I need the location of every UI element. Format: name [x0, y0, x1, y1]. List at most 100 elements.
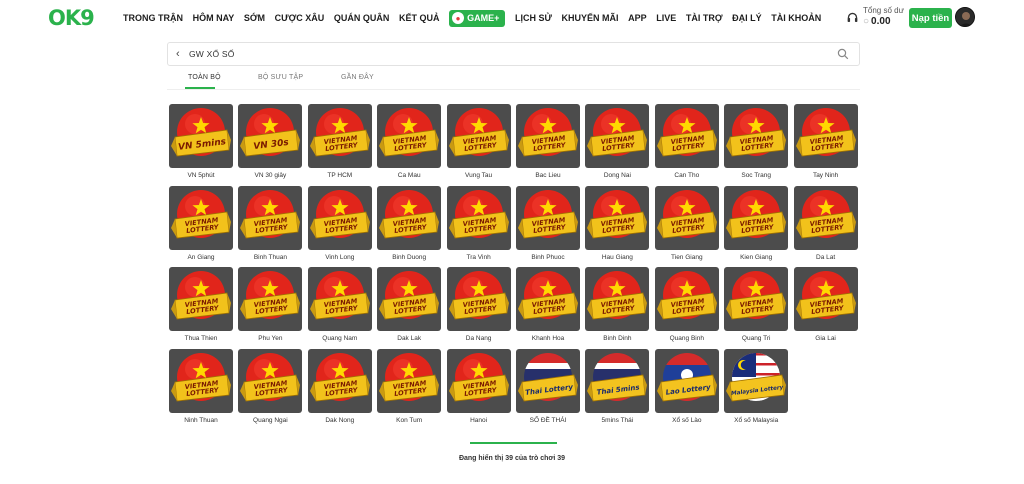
- game-thumbnail[interactable]: VN 5mins: [169, 104, 233, 168]
- game-thumbnail[interactable]: VIETNAMLOTTERY: [724, 104, 789, 168]
- game-card[interactable]: VIETNAMLOTTERY Vinh Long: [307, 185, 372, 261]
- nav-item-ket-qua[interactable]: KẾT QUẢ: [399, 8, 440, 28]
- game-card[interactable]: VIETNAMLOTTERY Da Lat: [793, 185, 858, 261]
- game-thumbnail[interactable]: Lao Lottery: [654, 349, 719, 414]
- game-thumbnail[interactable]: VIETNAMLOTTERY: [654, 185, 719, 250]
- game-card[interactable]: VIETNAMLOTTERY Vung Tau: [446, 104, 511, 179]
- game-thumbnail[interactable]: VIETNAMLOTTERY: [654, 104, 719, 168]
- nav-item-cuoc-xau[interactable]: CƯỢC XÂU: [275, 8, 325, 28]
- game-card[interactable]: VIETNAMLOTTERY Ca Mau: [377, 104, 442, 179]
- game-thumbnail[interactable]: VIETNAMLOTTERY: [516, 104, 580, 168]
- search-icon[interactable]: [837, 48, 849, 60]
- game-thumbnail[interactable]: VIETNAMLOTTERY: [307, 267, 372, 332]
- headset-icon[interactable]: [846, 11, 859, 24]
- game-card[interactable]: VIETNAMLOTTERY Hau Giang: [585, 185, 650, 261]
- game-thumbnail[interactable]: VIETNAMLOTTERY: [724, 267, 789, 332]
- game-card[interactable]: VN 30s VN 30 giây: [238, 104, 303, 179]
- game-thumbnail[interactable]: VIETNAMLOTTERY: [169, 185, 233, 250]
- nav-item-som[interactable]: SỚM: [244, 8, 265, 28]
- game-card[interactable]: VIETNAMLOTTERY Phu Yen: [238, 267, 303, 342]
- game-thumbnail[interactable]: VIETNAMLOTTERY: [446, 104, 511, 168]
- back-chevron-icon[interactable]: ‹: [176, 48, 180, 60]
- game-thumbnail[interactable]: Thai Lottery: [516, 349, 580, 414]
- game-thumbnail[interactable]: VIETNAMLOTTERY: [238, 267, 303, 332]
- game-thumbnail[interactable]: VIETNAMLOTTERY: [377, 349, 442, 414]
- game-thumbnail[interactable]: VIETNAMLOTTERY: [724, 185, 789, 250]
- game-card[interactable]: Malaysia Lottery Xổ số Malaysia: [724, 349, 789, 424]
- game-card[interactable]: VIETNAMLOTTERY Ninh Thuan: [169, 349, 233, 424]
- game-card[interactable]: VIETNAMLOTTERY Binh Duong: [377, 185, 442, 261]
- game-card[interactable]: VIETNAMLOTTERY Tay Ninh: [793, 104, 858, 179]
- game-thumbnail[interactable]: VIETNAMLOTTERY: [238, 349, 303, 414]
- game-thumbnail[interactable]: Thai 5mins: [585, 349, 650, 414]
- game-thumbnail[interactable]: VIETNAMLOTTERY: [793, 185, 858, 250]
- game-thumbnail[interactable]: VIETNAMLOTTERY: [585, 104, 650, 168]
- nav-item-dai-ly[interactable]: ĐẠI LÝ: [732, 8, 762, 28]
- tab-gan-day[interactable]: GẦN ĐÂY: [341, 74, 374, 81]
- game-thumbnail[interactable]: VIETNAMLOTTERY: [446, 349, 511, 414]
- game-thumbnail[interactable]: VIETNAMLOTTERY: [307, 349, 372, 414]
- game-thumbnail[interactable]: VIETNAMLOTTERY: [446, 267, 511, 332]
- game-thumbnail[interactable]: VIETNAMLOTTERY: [307, 104, 372, 168]
- nav-item-app[interactable]: APP: [628, 8, 647, 28]
- game-card[interactable]: VIETNAMLOTTERY An Giang: [169, 185, 233, 261]
- game-thumbnail[interactable]: VIETNAMLOTTERY: [377, 104, 442, 168]
- tab-toan-bo[interactable]: TOÀN BỘ: [188, 74, 221, 81]
- nav-item-lich-su[interactable]: LỊCH SỬ: [515, 8, 552, 28]
- nav-item-live[interactable]: LIVE: [656, 8, 676, 28]
- game-card[interactable]: VIETNAMLOTTERY Khanh Hoa: [516, 267, 580, 342]
- game-thumbnail[interactable]: VIETNAMLOTTERY: [585, 185, 650, 250]
- avatar[interactable]: [955, 7, 975, 27]
- game-card[interactable]: VIETNAMLOTTERY Quang Nam: [307, 267, 372, 342]
- game-thumbnail[interactable]: VIETNAMLOTTERY: [516, 185, 580, 250]
- game-card[interactable]: VIETNAMLOTTERY Da Nang: [446, 267, 511, 342]
- game-thumbnail[interactable]: VIETNAMLOTTERY: [169, 267, 233, 332]
- game-card[interactable]: VIETNAMLOTTERY Binh Dinh: [585, 267, 650, 342]
- game-thumbnail[interactable]: VIETNAMLOTTERY: [793, 104, 858, 168]
- game-card[interactable]: VIETNAMLOTTERY Quang Tri: [724, 267, 789, 342]
- nav-item-trong-tran[interactable]: TRONG TRẬN: [123, 8, 183, 28]
- game-thumbnail[interactable]: VIETNAMLOTTERY: [238, 185, 303, 250]
- ok9-logo[interactable]: OK9: [48, 6, 95, 30]
- nav-item-tai-tro[interactable]: TÀI TRỢ: [686, 8, 723, 28]
- game-card[interactable]: VIETNAMLOTTERY Kien Giang: [724, 185, 789, 261]
- game-card[interactable]: VIETNAMLOTTERY Bac Lieu: [516, 104, 580, 179]
- game-card[interactable]: Lao Lottery Xổ số Lào: [654, 349, 719, 424]
- nav-item-khuyen-mai[interactable]: KHUYẾN MÃI: [562, 8, 619, 28]
- game-card[interactable]: VIETNAMLOTTERY Hanoi: [446, 349, 511, 424]
- game-card[interactable]: VN 5mins VN 5phút: [169, 104, 233, 179]
- game-card[interactable]: VIETNAMLOTTERY Soc Trang: [724, 104, 789, 179]
- nav-item-tai-khoan[interactable]: TÀI KHOẢN: [771, 8, 821, 28]
- nav-item-game-plus[interactable]: ● GAME+: [449, 9, 506, 27]
- game-thumbnail[interactable]: VIETNAMLOTTERY: [307, 185, 372, 250]
- game-card[interactable]: VIETNAMLOTTERY Quang Ngai: [238, 349, 303, 424]
- game-card[interactable]: VIETNAMLOTTERY Dak Lak: [377, 267, 442, 342]
- game-thumbnail[interactable]: VIETNAMLOTTERY: [516, 267, 580, 332]
- nav-item-quan-quan[interactable]: QUÁN QUÂN: [334, 8, 390, 28]
- game-card[interactable]: VIETNAMLOTTERY Binh Phuoc: [516, 185, 580, 261]
- game-card[interactable]: VIETNAMLOTTERY Can Tho: [654, 104, 719, 179]
- game-thumbnail[interactable]: VIETNAMLOTTERY: [793, 267, 858, 332]
- game-card[interactable]: VIETNAMLOTTERY TP HCM: [307, 104, 372, 179]
- game-card[interactable]: VIETNAMLOTTERY Dak Nong: [307, 349, 372, 424]
- game-card[interactable]: VIETNAMLOTTERY Quang Binh: [654, 267, 719, 342]
- deposit-button[interactable]: Nạp tiền: [909, 8, 952, 28]
- game-card[interactable]: VIETNAMLOTTERY Gia Lai: [793, 267, 858, 342]
- game-thumbnail[interactable]: VIETNAMLOTTERY: [377, 185, 442, 250]
- game-card[interactable]: Thai 5mins 5mins Thái: [585, 349, 650, 424]
- game-card[interactable]: VIETNAMLOTTERY Tien Giang: [654, 185, 719, 261]
- tab-bo-suu-tap[interactable]: BỘ SƯU TẬP: [258, 74, 303, 81]
- game-card[interactable]: VIETNAMLOTTERY Kon Tum: [377, 349, 442, 424]
- game-card[interactable]: VIETNAMLOTTERY Dong Nai: [585, 104, 650, 179]
- game-thumbnail[interactable]: VN 30s: [238, 104, 303, 168]
- game-thumbnail[interactable]: VIETNAMLOTTERY: [654, 267, 719, 332]
- search-bar[interactable]: ‹ GW XỔ SỐ: [167, 42, 860, 66]
- game-card[interactable]: VIETNAMLOTTERY Tra Vinh: [446, 185, 511, 261]
- game-thumbnail[interactable]: VIETNAMLOTTERY: [169, 349, 233, 414]
- game-thumbnail[interactable]: VIETNAMLOTTERY: [446, 185, 511, 250]
- game-card[interactable]: VIETNAMLOTTERY Thua Thien: [169, 267, 233, 342]
- game-thumbnail[interactable]: VIETNAMLOTTERY: [377, 267, 442, 332]
- game-card[interactable]: Thai Lottery SỐ ĐỀ THÁI: [516, 349, 580, 424]
- game-thumbnail[interactable]: VIETNAMLOTTERY: [585, 267, 650, 332]
- nav-item-hom-nay[interactable]: HÔM NAY: [193, 8, 235, 28]
